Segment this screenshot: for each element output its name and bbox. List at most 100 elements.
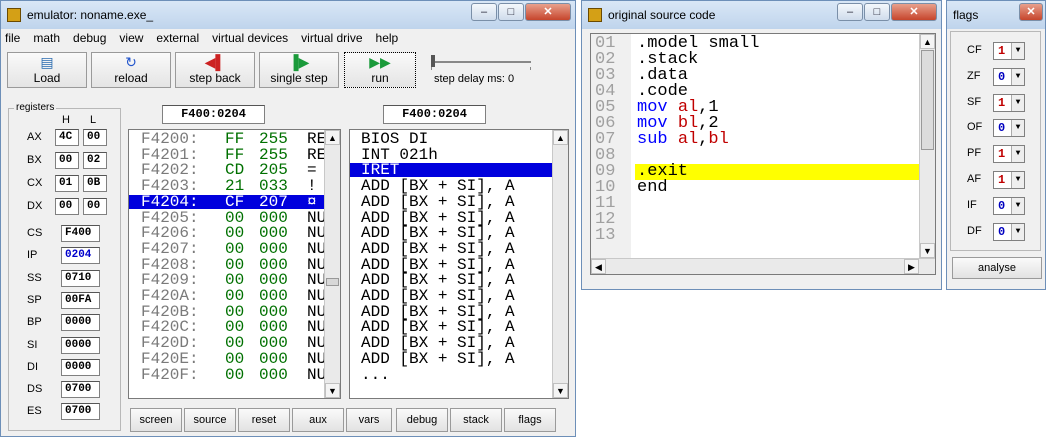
- scroll-down-icon[interactable]: ▼: [920, 243, 935, 258]
- reg-ax-low[interactable]: 00: [83, 129, 107, 146]
- run-button[interactable]: ▶▶ run: [344, 52, 416, 88]
- chevron-down-icon[interactable]: ▼: [1011, 94, 1024, 111]
- disasm-row[interactable]: ADD [BX + SI], A: [350, 241, 553, 257]
- menu-item-debug[interactable]: debug: [73, 31, 106, 45]
- memory-scrollbar[interactable]: ▲ ▼: [324, 130, 340, 398]
- disasm-row[interactable]: ADD [BX + SI], A: [350, 225, 553, 241]
- disasm-row[interactable]: INT 021h: [350, 147, 553, 163]
- memory-row[interactable]: F4201: FF 255 RE: [129, 147, 326, 163]
- vars-button[interactable]: vars: [346, 408, 392, 432]
- scroll-down-icon[interactable]: ▼: [325, 383, 340, 398]
- source-vscrollbar[interactable]: ▲ ▼: [919, 34, 935, 258]
- chevron-down-icon[interactable]: ▼: [1011, 172, 1024, 188]
- disasm-row[interactable]: ...: [350, 367, 553, 383]
- flag-sf-select[interactable]: 1 ▼: [993, 93, 1025, 112]
- step-delay-slider[interactable]: [431, 55, 531, 70]
- reload-button[interactable]: ↻ reload: [91, 52, 171, 88]
- chevron-down-icon[interactable]: ▼: [1011, 120, 1024, 137]
- source-line[interactable]: end: [637, 179, 668, 196]
- flag-pf-select[interactable]: 1 ▼: [993, 145, 1025, 164]
- reset-button[interactable]: reset: [238, 408, 290, 432]
- aux-button[interactable]: aux: [292, 408, 344, 432]
- reg-si-value[interactable]: 0000: [61, 336, 100, 354]
- source-hscrollbar[interactable]: ◀ ▶: [591, 258, 935, 274]
- flags-button[interactable]: flags: [504, 408, 556, 432]
- memory-row[interactable]: F4208: 00 000 NU: [129, 257, 326, 273]
- memory-row[interactable]: F4205: 00 000 NU: [129, 210, 326, 226]
- scroll-up-icon[interactable]: ▲: [553, 130, 568, 145]
- chevron-down-icon[interactable]: ▼: [1011, 197, 1024, 214]
- scroll-thumb[interactable]: [326, 278, 339, 286]
- disasm-row[interactable]: ADD [BX + SI], A: [350, 178, 553, 194]
- memory-row[interactable]: F4200: FF 255 RE: [129, 131, 326, 147]
- reg-ip-value[interactable]: 0204: [61, 247, 100, 265]
- memory-row[interactable]: F4206: 00 000 NU: [129, 225, 326, 241]
- disasm-scrollbar[interactable]: ▲ ▼: [552, 130, 568, 398]
- chevron-down-icon[interactable]: ▼: [1011, 146, 1024, 163]
- chevron-down-icon[interactable]: ▼: [1011, 68, 1024, 85]
- menu-item-virtual-drive[interactable]: virtual drive: [301, 31, 362, 45]
- close-icon[interactable]: ✕: [525, 3, 571, 21]
- reg-dx-high[interactable]: 00: [55, 198, 79, 215]
- minimize-icon[interactable]: –: [471, 3, 497, 21]
- reg-cx-high[interactable]: 01: [55, 175, 79, 192]
- stack-button[interactable]: stack: [450, 408, 502, 432]
- disasm-row[interactable]: ADD [BX + SI], A: [350, 351, 553, 367]
- reg-bp-value[interactable]: 0000: [61, 314, 100, 332]
- flag-of-select[interactable]: 0 ▼: [993, 119, 1025, 138]
- maximize-icon[interactable]: □: [498, 3, 524, 21]
- disasm-row[interactable]: ADD [BX + SI], A: [350, 304, 553, 320]
- memory-row[interactable]: F4204: CF 207 ¤: [129, 194, 326, 210]
- flag-af-select[interactable]: 1 ▼: [993, 171, 1025, 189]
- close-icon[interactable]: ✕: [1019, 3, 1043, 21]
- disasm-row[interactable]: ADD [BX + SI], A: [350, 194, 553, 210]
- menu-item-virtual-devices[interactable]: virtual devices: [212, 31, 288, 45]
- reg-bx-low[interactable]: 02: [83, 152, 107, 169]
- memory-row[interactable]: F420D: 00 000 NU: [129, 335, 326, 351]
- menu-item-view[interactable]: view: [119, 31, 143, 45]
- menu-item-file[interactable]: file: [5, 31, 20, 45]
- reg-ss-value[interactable]: 0710: [61, 269, 100, 287]
- memory-row[interactable]: F420A: 00 000 NU: [129, 288, 326, 304]
- emulator-titlebar[interactable]: emulator: noname.exe_ – □ ✕: [1, 1, 575, 29]
- memory-row[interactable]: F4209: 00 000 NU: [129, 272, 326, 288]
- menu-item-external[interactable]: external: [156, 31, 199, 45]
- maximize-icon[interactable]: □: [864, 3, 890, 21]
- memory-address-field[interactable]: F400:0204: [162, 105, 265, 124]
- scroll-up-icon[interactable]: ▲: [325, 130, 340, 145]
- reg-di-value[interactable]: 0000: [61, 358, 100, 376]
- disasm-row[interactable]: IRET: [350, 162, 553, 178]
- memory-row[interactable]: F420E: 00 000 NU: [129, 351, 326, 367]
- reg-dx-low[interactable]: 00: [83, 198, 107, 215]
- flag-zf-select[interactable]: 0 ▼: [993, 67, 1025, 86]
- source-line[interactable]: sub al,bl: [637, 131, 729, 148]
- step-back-button[interactable]: ◀▌ step back: [175, 52, 255, 88]
- disasm-row[interactable]: ADD [BX + SI], A: [350, 210, 553, 226]
- scroll-right-icon[interactable]: ▶: [904, 259, 919, 274]
- load-button[interactable]: ▤ Load: [7, 52, 87, 88]
- reg-cs-value[interactable]: F400: [61, 225, 100, 242]
- memory-panel[interactable]: F4200: FF 255 RE F4201: FF 255 RE F4202: CD 205 = F4…: [128, 129, 341, 399]
- memory-row[interactable]: F420F: 00 000 NU: [129, 367, 326, 383]
- memory-row[interactable]: F420C: 00 000 NU: [129, 319, 326, 335]
- reg-ds-value[interactable]: 0700: [61, 381, 100, 399]
- reg-bx-high[interactable]: 00: [55, 152, 79, 169]
- single-step-button[interactable]: ▐▶ single step: [259, 52, 339, 88]
- screen-button[interactable]: screen: [130, 408, 182, 432]
- scroll-up-icon[interactable]: ▲: [920, 34, 935, 49]
- disasm-panel[interactable]: BIOS DI INT 021h IRET ADD [BX + SI], A ADD […: [349, 129, 569, 399]
- disasm-row[interactable]: ADD [BX + SI], A: [350, 288, 553, 304]
- memory-row[interactable]: F4202: CD 205 =: [129, 162, 326, 178]
- reg-sp-value[interactable]: 00FA: [61, 291, 100, 309]
- source-editor[interactable]: 01 .model small 02 .stack 03 .data 04 .code 05 mo…: [590, 33, 936, 275]
- slider-thumb[interactable]: [431, 55, 435, 67]
- disasm-row[interactable]: ADD [BX + SI], A: [350, 257, 553, 273]
- reg-ax-high[interactable]: 4C: [55, 129, 79, 146]
- reg-es-value[interactable]: 0700: [61, 403, 100, 421]
- memory-row[interactable]: F4203: 21 033!: [129, 178, 326, 194]
- disasm-address-field[interactable]: F400:0204: [383, 105, 486, 124]
- flag-df-select[interactable]: 0 ▼: [993, 222, 1025, 241]
- source-titlebar[interactable]: original source code – □ ✕: [582, 1, 941, 29]
- flags-titlebar[interactable]: flags ✕: [947, 1, 1045, 29]
- memory-row[interactable]: F420B: 00 000 NU: [129, 304, 326, 320]
